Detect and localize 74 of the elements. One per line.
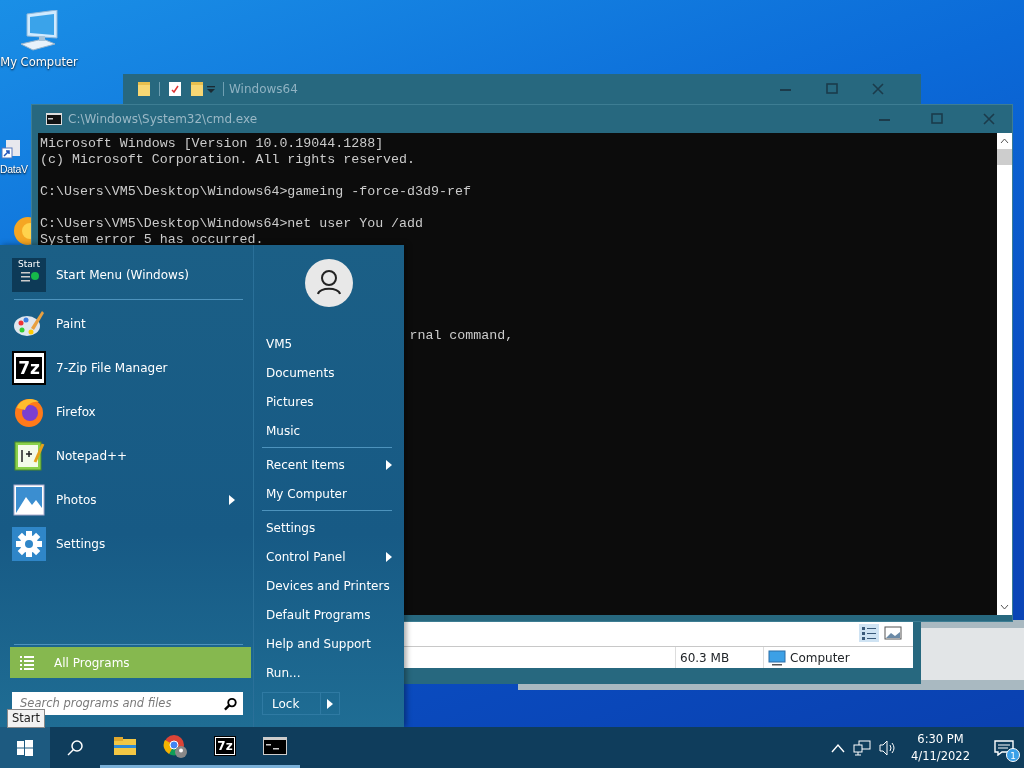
tooltip: Start — [7, 709, 46, 729]
menu-item[interactable]: Photos — [12, 478, 243, 522]
console-line: System error 5 has occurred. — [40, 232, 265, 248]
scroll-thumb[interactable] — [997, 149, 1012, 165]
start-button[interactable] — [0, 727, 50, 768]
search-icon — [67, 739, 83, 756]
clock[interactable]: 6:30 PM 4/11/2022 — [911, 730, 970, 765]
preview-view-icon[interactable] — [883, 624, 903, 642]
list-icon — [20, 654, 34, 671]
app-icon[interactable]: 7z — [214, 736, 236, 756]
icon-label: Start — [18, 258, 40, 270]
folder-icon — [190, 81, 204, 97]
menu-item[interactable]: Paint — [12, 302, 243, 346]
console-line: Microsoft Windows [Version 10.0.19044.1288] — [40, 136, 385, 152]
menu-item[interactable]: Default Programs — [260, 600, 398, 629]
power-button[interactable]: Lock — [262, 692, 340, 715]
menu-item[interactable]: Firefox — [12, 390, 243, 434]
avatar-icon[interactable] — [305, 259, 353, 307]
browser-icon — [163, 734, 187, 758]
menu-item[interactable]: VM5 — [260, 329, 398, 358]
menu-item[interactable]: Devices and Printers — [260, 571, 398, 600]
terminal-icon — [46, 113, 62, 125]
maximize-icon — [931, 113, 943, 125]
maximize-icon — [826, 83, 838, 95]
menu-item[interactable]: Notepad++ — [12, 434, 243, 478]
folder-icon — [114, 737, 136, 755]
status-text: 60.3 MB — [680, 649, 730, 667]
menu-item[interactable]: Control Panel — [260, 542, 398, 571]
menu-item[interactable]: Documents — [260, 358, 398, 387]
scrollbar[interactable] — [997, 133, 1012, 615]
menu-item[interactable]: 7z 7-Zip File Manager — [12, 346, 243, 390]
firefox-icon — [13, 396, 45, 428]
menu-item[interactable]: Settings — [260, 513, 398, 542]
close-icon — [983, 113, 995, 125]
icon-label: 7z — [16, 357, 42, 379]
windows-logo-icon — [17, 739, 33, 756]
menu-item[interactable]: Start Start Menu (Windows) — [12, 257, 243, 293]
menu-item[interactable]: Settings — [12, 522, 243, 566]
search-icon — [223, 696, 237, 711]
menu-item[interactable]: Help and Support — [260, 629, 398, 658]
gear-icon — [12, 527, 46, 561]
window-title: Windows64 — [229, 81, 298, 98]
network-icon[interactable] — [853, 739, 872, 756]
menu-icon — [18, 270, 40, 284]
console-line: C:\Users\VM5\Desktop\Windows64>net user You /add — [40, 216, 424, 232]
caret-icon — [229, 495, 235, 505]
caret-icon — [386, 459, 392, 470]
terminal-icon — [263, 737, 287, 755]
desktop-icon-label[interactable]: My Computer — [0, 54, 78, 72]
taskbar-app-button[interactable]: 7z — [200, 727, 250, 768]
photos-icon — [13, 484, 45, 516]
close-icon — [872, 83, 884, 95]
notification-badge: 1 — [1006, 748, 1020, 762]
folder-icon — [137, 81, 151, 97]
caret-icon — [386, 551, 392, 562]
caret-icon[interactable] — [327, 698, 333, 709]
console-line: C:\Users\VM5\Desktop\Windows64>gameing -force-d3d9-ref — [40, 184, 472, 200]
monitor-icon — [768, 649, 786, 666]
window-title: C:\Windows\System32\cmd.exe — [68, 111, 258, 128]
chevron-up-icon[interactable] — [831, 742, 846, 753]
desktop-icon-label[interactable]: DataV — [0, 162, 28, 178]
volume-icon[interactable] — [879, 739, 898, 756]
status-text: Computer — [790, 649, 850, 667]
notepad-icon — [13, 440, 45, 472]
menu-item[interactable]: Recent Items — [260, 450, 398, 479]
document-icon — [168, 81, 182, 97]
menu-item[interactable]: My Computer — [260, 479, 398, 508]
console-line: (c) Microsoft Corporation. All rights reserved. — [40, 152, 417, 168]
menu-item[interactable]: Music — [260, 416, 398, 445]
details-view-icon[interactable] — [859, 624, 879, 642]
menu-item[interactable]: Run... — [260, 658, 398, 687]
menu-item[interactable]: Pictures — [260, 387, 398, 416]
console-line: rnal command, — [409, 328, 514, 343]
caret-icon[interactable] — [204, 83, 218, 95]
